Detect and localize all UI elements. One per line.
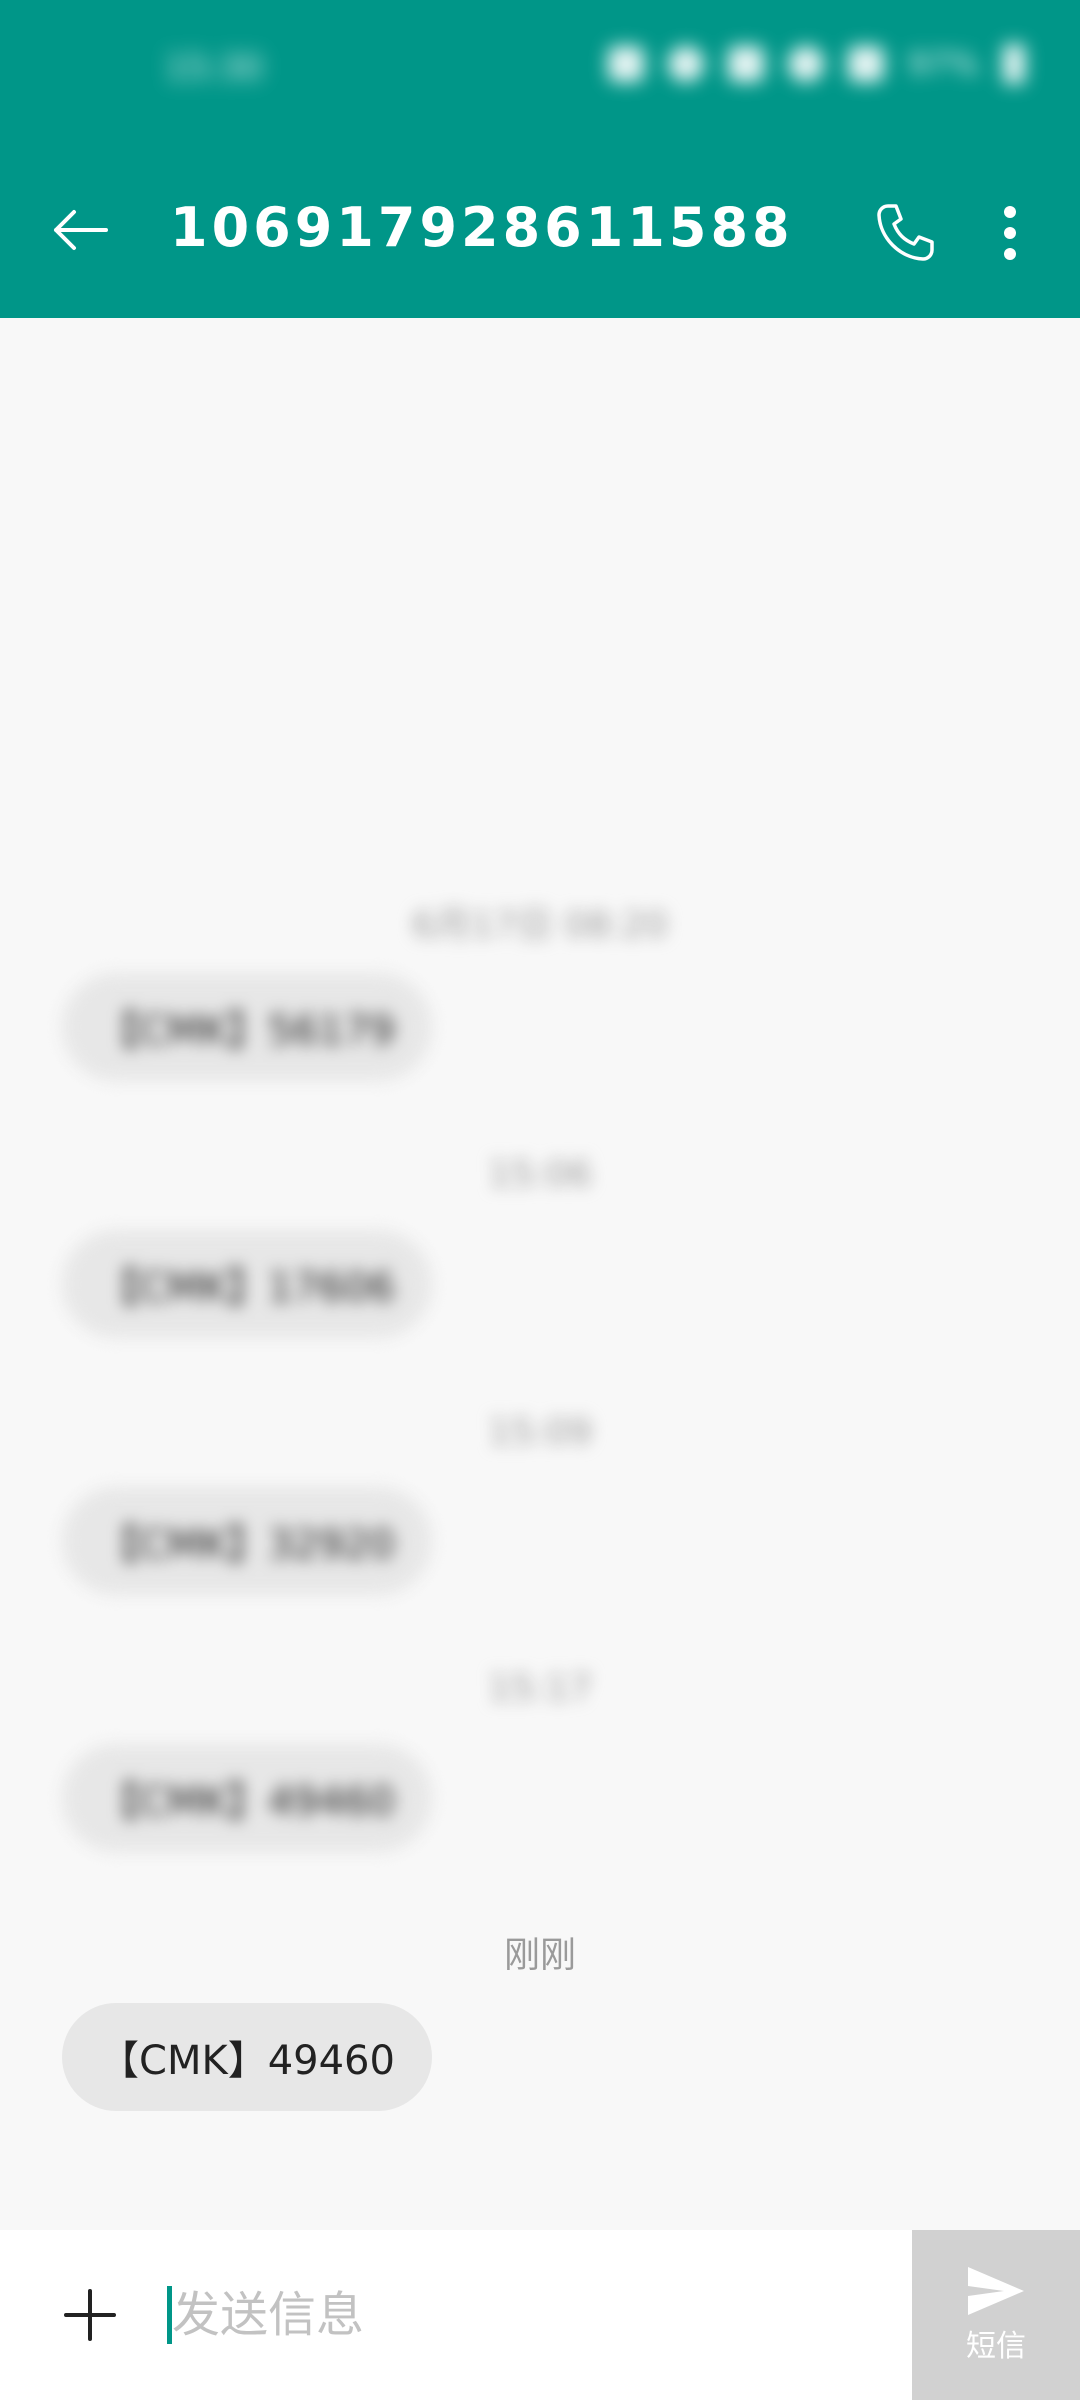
- battery-percent: 97%: [907, 45, 979, 83]
- message-bubble[interactable]: 【CMK】32920: [62, 1487, 432, 1595]
- notification-icon: [607, 46, 644, 82]
- arrow-left-icon: [54, 210, 108, 250]
- status-bar: 15:30 97%: [0, 0, 1080, 140]
- message-timestamp: 刚刚: [503, 1935, 576, 1976]
- top-bar: 15:30 97% 106917928611588: [0, 0, 1080, 318]
- back-button[interactable]: [40, 190, 120, 270]
- battery-icon: [1003, 44, 1025, 84]
- more-vertical-icon: [1004, 206, 1016, 260]
- conversation-thread[interactable]: 6月17日 08:20 【CMK】56179 15:06 【CMK】17606 …: [0, 318, 1080, 2230]
- message-bubble[interactable]: 【CMK】49460: [62, 2003, 432, 2111]
- mute-icon: [727, 46, 764, 82]
- wifi-icon: [787, 46, 824, 82]
- plus-icon: [64, 2289, 116, 2341]
- signal-icon: [847, 46, 884, 82]
- add-attachment-button[interactable]: [45, 2270, 135, 2360]
- message-timestamp: 15:09: [488, 1412, 592, 1453]
- message-bubble[interactable]: 【CMK】56179: [62, 973, 432, 1081]
- more-options-button[interactable]: [980, 190, 1040, 276]
- send-label: 短信: [966, 2329, 1026, 2364]
- message-timestamp: 15:06: [488, 1154, 592, 1195]
- phone-icon: [877, 204, 934, 261]
- message-composer: 短信: [0, 2230, 1080, 2400]
- app-bar: 106917928611588: [0, 140, 1080, 318]
- alarm-icon: [667, 46, 704, 82]
- message-bubble[interactable]: 【CMK】17606: [62, 1230, 432, 1338]
- conversation-title: 106917928611588: [170, 196, 794, 259]
- status-icons: 97%: [607, 44, 1025, 84]
- message-timestamp: 15:17: [488, 1668, 592, 1709]
- status-time: 15:30: [165, 48, 263, 88]
- message-input[interactable]: [168, 2260, 888, 2370]
- message-bubble[interactable]: 【CMK】49460: [62, 1744, 432, 1852]
- message-timestamp: 6月17日 08:20: [412, 905, 668, 946]
- call-button[interactable]: [862, 190, 948, 276]
- send-button[interactable]: 短信: [912, 2230, 1080, 2400]
- send-icon: [968, 2267, 1024, 2315]
